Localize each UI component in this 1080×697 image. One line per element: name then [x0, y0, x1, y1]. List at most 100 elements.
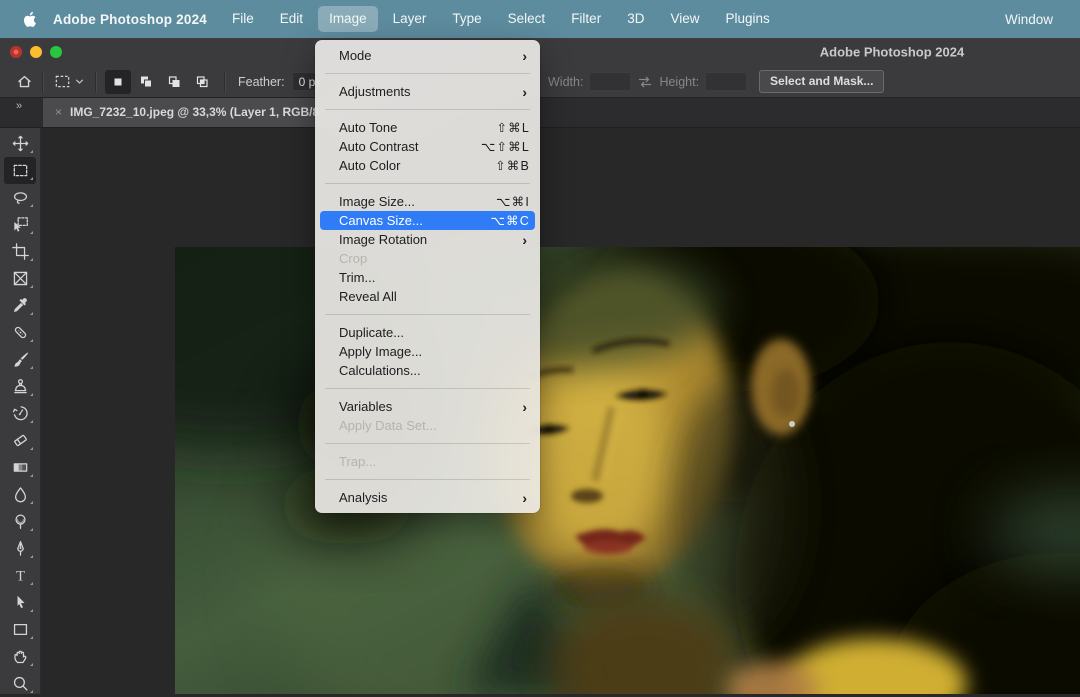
blur-tool-icon	[12, 486, 29, 503]
hand-tool-icon	[12, 648, 29, 665]
menu-item-label: Trim...	[339, 270, 530, 285]
menu-item-auto-contrast[interactable]: Auto Contrast⌥⇧⌘L	[315, 137, 540, 156]
chevron-down-icon	[75, 78, 84, 85]
macos-menubar: Adobe Photoshop 2024 FileEditImageLayerT…	[0, 0, 1080, 38]
lasso-tool[interactable]	[4, 184, 36, 211]
menubar-item-type[interactable]: Type	[441, 6, 492, 32]
intersect-with-selection-button[interactable]	[189, 70, 215, 94]
gradient-tool[interactable]	[4, 454, 36, 481]
crop-tool[interactable]	[4, 238, 36, 265]
menu-item-label: Reveal All	[339, 289, 530, 304]
new-selection-button[interactable]	[105, 70, 131, 94]
move-tool[interactable]	[4, 130, 36, 157]
active-tool-preset[interactable]	[54, 73, 84, 90]
close-window-button[interactable]	[10, 46, 22, 58]
menu-item-label: Auto Color	[339, 158, 495, 173]
menu-item-label: Crop	[339, 251, 530, 266]
home-button[interactable]	[16, 73, 33, 90]
clone-stamp-tool[interactable]	[4, 373, 36, 400]
menubar-item-window[interactable]: Window	[994, 9, 1064, 30]
menu-item-apply-image[interactable]: Apply Image...	[315, 342, 540, 361]
history-brush-tool-icon	[12, 405, 29, 422]
menu-separator	[325, 443, 530, 444]
menu-item-label: Duplicate...	[339, 325, 530, 340]
menubar-item-filter[interactable]: Filter	[560, 6, 612, 32]
canvas-area[interactable]	[41, 128, 1080, 694]
svg-text:T: T	[16, 568, 25, 584]
type-tool[interactable]: T	[4, 562, 36, 589]
rectangle-tool[interactable]	[4, 616, 36, 643]
path-selection-tool-icon	[12, 594, 29, 611]
menu-item-auto-tone[interactable]: Auto Tone⇧⌘L	[315, 118, 540, 137]
options-bar-right: Width: Height: Select and Mask...	[548, 66, 884, 97]
menu-item-auto-color[interactable]: Auto Color⇧⌘B	[315, 156, 540, 175]
menu-item-shortcut: ⌥⌘C	[490, 213, 530, 228]
dodge-tool[interactable]	[4, 508, 36, 535]
menu-item-label: Auto Tone	[339, 120, 496, 135]
subtract-from-selection-button[interactable]	[161, 70, 187, 94]
path-selection-tool[interactable]	[4, 589, 36, 616]
eraser-tool[interactable]	[4, 427, 36, 454]
menu-item-mode[interactable]: Mode›	[315, 46, 540, 65]
menubar-item-edit[interactable]: Edit	[269, 6, 314, 32]
app-name: Adobe Photoshop 2024	[53, 12, 207, 27]
add-to-selection-button[interactable]	[133, 70, 159, 94]
menu-item-adjustments[interactable]: Adjustments›	[315, 82, 540, 101]
menu-item-trap: Trap...	[315, 452, 540, 471]
width-input[interactable]	[589, 72, 631, 91]
tab-close-icon[interactable]: ×	[55, 106, 62, 118]
select-and-mask-button[interactable]: Select and Mask...	[759, 70, 884, 93]
menubar-item-select[interactable]: Select	[497, 6, 557, 32]
menubar-item-view[interactable]: View	[659, 6, 710, 32]
menubar-item-3d[interactable]: 3D	[616, 6, 655, 32]
hand-tool[interactable]	[4, 643, 36, 670]
menu-item-label: Apply Data Set...	[339, 418, 530, 433]
menu-item-reveal-all[interactable]: Reveal All	[315, 287, 540, 306]
menu-item-label: Auto Contrast	[339, 139, 481, 154]
image-menu-list: Mode›Adjustments›Auto Tone⇧⌘LAuto Contra…	[315, 46, 540, 507]
eyedropper-tool[interactable]	[4, 292, 36, 319]
submenu-chevron-icon: ›	[522, 49, 527, 63]
menu-item-canvas-size[interactable]: Canvas Size...⌥⌘C	[320, 211, 535, 230]
pen-tool-icon	[12, 540, 29, 557]
menu-item-label: Apply Image...	[339, 344, 530, 359]
menubar-item-layer[interactable]: Layer	[382, 6, 438, 32]
menu-item-duplicate[interactable]: Duplicate...	[315, 323, 540, 342]
menu-item-analysis[interactable]: Analysis›	[315, 488, 540, 507]
options-bar: Feather: 0 px Width: Height: Select and …	[0, 66, 1080, 98]
tab-overflow-chevron[interactable]: »	[16, 100, 21, 112]
minimize-window-button[interactable]	[30, 46, 42, 58]
menu-item-trim[interactable]: Trim...	[315, 268, 540, 287]
menu-item-variables[interactable]: Variables›	[315, 397, 540, 416]
brush-tool[interactable]	[4, 346, 36, 373]
feather-label: Feather:	[238, 75, 285, 89]
dodge-tool-icon	[12, 513, 29, 530]
object-selection-tool[interactable]	[4, 211, 36, 238]
menu-item-label: Canvas Size...	[339, 213, 490, 228]
zoom-tool[interactable]	[4, 670, 36, 697]
history-brush-tool[interactable]	[4, 400, 36, 427]
document-tab-bar: » × IMG_7232_10.jpeg @ 33,3% (Layer 1, R…	[0, 97, 1080, 128]
menu-item-crop: Crop	[315, 249, 540, 268]
swap-dimensions-icon[interactable]	[637, 75, 653, 89]
document-tab-title: IMG_7232_10.jpeg @ 33,3% (Layer 1, RGB/8	[70, 105, 319, 119]
menu-separator	[325, 183, 530, 184]
menubar-item-plugins[interactable]: Plugins	[714, 6, 780, 32]
menubar-item-image[interactable]: Image	[318, 6, 378, 32]
spot-healing-brush-tool[interactable]	[4, 319, 36, 346]
menu-item-image-rotation[interactable]: Image Rotation›	[315, 230, 540, 249]
menu-item-image-size[interactable]: Image Size...⌥⌘I	[315, 192, 540, 211]
frame-tool[interactable]	[4, 265, 36, 292]
height-input[interactable]	[705, 72, 747, 91]
menubar-item-file[interactable]: File	[221, 6, 265, 32]
apple-menu[interactable]	[22, 11, 37, 28]
menu-item-calculations[interactable]: Calculations...	[315, 361, 540, 380]
rectangular-marquee-tool[interactable]	[4, 157, 36, 184]
tools-panel: T	[0, 128, 41, 694]
traffic-lights	[10, 38, 62, 66]
zoom-window-button[interactable]	[50, 46, 62, 58]
menu-separator	[325, 109, 530, 110]
pen-tool[interactable]	[4, 535, 36, 562]
blur-tool[interactable]	[4, 481, 36, 508]
submenu-chevron-icon: ›	[522, 400, 527, 414]
